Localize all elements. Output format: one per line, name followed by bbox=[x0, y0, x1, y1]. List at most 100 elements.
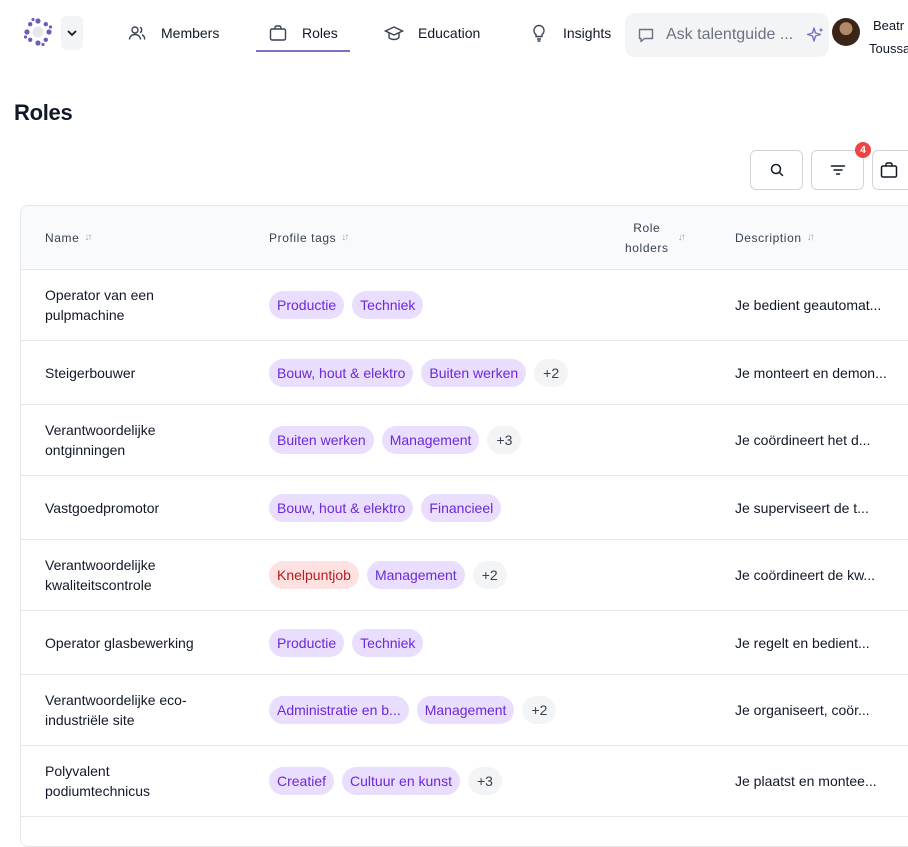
description-cell: Je regelt en bedient... bbox=[721, 610, 908, 675]
table-row[interactable]: Operator van een pulpmachine Productie Tech… bbox=[21, 269, 908, 341]
user-avatar[interactable] bbox=[832, 18, 860, 46]
nav-item-label: Roles bbox=[302, 25, 338, 41]
nav-item-insights[interactable]: Insights bbox=[529, 18, 611, 48]
table-row[interactable]: Verantwoordelijke kwaliteitscontrole Knelp… bbox=[21, 539, 908, 611]
graduation-cap-icon bbox=[384, 26, 404, 41]
more-tags-badge[interactable]: +3 bbox=[487, 426, 522, 454]
profile-tag[interactable]: Management bbox=[416, 696, 515, 724]
description-cell: Je monteert en demon... bbox=[721, 340, 908, 405]
role-name-cell[interactable]: Verantwoordelijke eco-industriële site bbox=[21, 674, 245, 746]
ask-talentguide-box[interactable] bbox=[625, 13, 829, 57]
table-row[interactable]: Operator glasbewerking Productie Techniek J… bbox=[21, 610, 908, 675]
briefcase-icon bbox=[269, 25, 287, 41]
table-row[interactable]: Verantwoordelijke ontginningen Buiten werk… bbox=[21, 404, 908, 476]
filter-button[interactable] bbox=[811, 150, 864, 190]
table-row[interactable]: Polyvalent podiumtechnicus Creatief Cultuur… bbox=[21, 745, 908, 817]
more-tags-badge[interactable]: +2 bbox=[522, 696, 557, 724]
profile-tag[interactable]: Knelpuntjob bbox=[269, 561, 359, 589]
role-name: Operator van een bbox=[45, 287, 154, 303]
search-icon bbox=[770, 163, 783, 177]
profile-tags-cell: Creatief Cultuur en kunst +3 bbox=[245, 745, 601, 817]
profile-tag[interactable]: Techniek bbox=[352, 291, 424, 319]
nav-item-members[interactable]: Members bbox=[127, 18, 219, 48]
profile-tag[interactable]: Management bbox=[366, 561, 465, 589]
lightbulb-icon bbox=[533, 24, 545, 42]
roles-table: Name ↓↑ Profile tags ↓↑ Role holders ↓↑ … bbox=[20, 205, 908, 847]
profile-tag[interactable]: Creatief bbox=[269, 767, 335, 795]
talentguide-logo-icon[interactable] bbox=[22, 16, 54, 48]
role-name: ontginningen bbox=[45, 442, 126, 458]
role-name: kwaliteitscontrole bbox=[45, 577, 152, 593]
profile-tag[interactable]: Bouw, hout & elektro bbox=[269, 358, 414, 387]
description-cell: Je superviseert de t... bbox=[721, 475, 908, 540]
table-row[interactable]: Verantwoordelijke eco-industriële site Ad… bbox=[21, 674, 908, 746]
nav-item-roles[interactable]: Roles bbox=[256, 18, 350, 52]
profile-tag[interactable]: Bouw, hout & elektro bbox=[269, 493, 414, 522]
role-name: Verantwoordelijke bbox=[45, 557, 156, 573]
more-tags-badge[interactable]: +2 bbox=[534, 358, 569, 387]
role-name: podiumtechnicus bbox=[45, 783, 151, 799]
ask-talentguide-input[interactable] bbox=[664, 25, 802, 45]
profile-tag[interactable]: Administratie en b... bbox=[269, 696, 409, 724]
role-holders-cell bbox=[601, 404, 721, 476]
role-name-cell[interactable]: Verantwoordelijke ontginningen bbox=[21, 404, 245, 476]
profile-tag[interactable]: Cultuur en kunst bbox=[342, 767, 460, 795]
role-name-cell[interactable]: Operator glasbewerking bbox=[21, 610, 245, 675]
more-tags-badge[interactable]: +3 bbox=[467, 767, 502, 795]
role-name: Polyvalent bbox=[45, 763, 110, 779]
profile-tags-cell: Administratie en b... Management +2 bbox=[245, 674, 601, 746]
profile-tag[interactable]: Buiten werken bbox=[421, 358, 527, 387]
role-name-cell[interactable]: Vastgoedpromotor bbox=[21, 475, 245, 540]
role-name-cell[interactable]: Operator van een pulpmachine bbox=[21, 269, 245, 341]
profile-tags-cell: Bouw, hout & elektro Buiten werken +2 bbox=[245, 340, 601, 405]
more-tags-badge[interactable]: +2 bbox=[472, 561, 507, 589]
filter-icon bbox=[830, 165, 845, 175]
role-holders-cell bbox=[601, 539, 721, 611]
sort-icon: ↓↑ bbox=[806, 232, 815, 243]
chat-bubble-icon bbox=[638, 28, 654, 43]
role-name: Verantwoordelijke bbox=[45, 422, 156, 438]
role-name-cell[interactable]: Verantwoordelijke kwaliteitscontrole bbox=[21, 539, 245, 611]
nav-item-label: Insights bbox=[563, 25, 612, 41]
column-header-label: Role holders bbox=[625, 218, 669, 258]
table-row[interactable]: Vastgoedpromotor Bouw, hout & elektro Fina… bbox=[21, 475, 908, 540]
column-header-name[interactable]: Name ↓↑ bbox=[21, 206, 245, 270]
profile-tag[interactable]: Management bbox=[381, 426, 480, 454]
role-name-cell[interactable]: Polyvalent podiumtechnicus bbox=[21, 745, 245, 817]
description-cell: Je coördineert het d... bbox=[721, 404, 908, 476]
user-last-name: Toussa bbox=[869, 41, 908, 56]
roles-view-button[interactable] bbox=[872, 150, 908, 190]
role-name: industriële site bbox=[45, 712, 135, 728]
role-holders-cell bbox=[601, 610, 721, 675]
column-header-role-holders[interactable]: Role holders ↓↑ bbox=[601, 206, 721, 270]
search-button[interactable] bbox=[750, 150, 803, 190]
briefcase-icon bbox=[880, 162, 897, 178]
column-header-label: Profile tags bbox=[269, 230, 337, 245]
users-icon bbox=[128, 26, 146, 40]
role-name: Vastgoedpromotor bbox=[45, 499, 160, 516]
nav-item-label: Members bbox=[161, 25, 220, 41]
sparkle-icon bbox=[806, 27, 824, 42]
column-header-label-line: holders bbox=[625, 240, 669, 255]
table-row[interactable]: Steigerbouwer Bouw, hout & elektro Buiten … bbox=[21, 340, 908, 405]
profile-tag[interactable]: Productie bbox=[269, 291, 345, 319]
role-holders-cell bbox=[601, 340, 721, 405]
nav-item-education[interactable]: Education bbox=[384, 18, 480, 48]
user-first-name: Beatr bbox=[873, 18, 905, 33]
sort-icon: ↓↑ bbox=[677, 232, 686, 243]
description-cell: Je organiseert, coör... bbox=[721, 674, 908, 746]
page-title: Roles bbox=[14, 100, 73, 125]
profile-tag[interactable]: Financieel bbox=[421, 493, 502, 522]
workspace-switcher-button[interactable] bbox=[61, 16, 83, 50]
nav-item-label: Education bbox=[418, 25, 481, 41]
profile-tag[interactable]: Buiten werken bbox=[269, 426, 374, 454]
column-header-profile-tags[interactable]: Profile tags ↓↑ bbox=[245, 206, 601, 270]
profile-tag[interactable]: Techniek bbox=[352, 628, 424, 657]
column-header-label: Name bbox=[45, 230, 80, 245]
profile-tags-cell: Buiten werken Management +3 bbox=[245, 404, 601, 476]
column-header-description[interactable]: Description ↓↑ bbox=[721, 206, 908, 270]
user-name[interactable]: Beatr Toussa bbox=[866, 14, 908, 60]
role-name: Verantwoordelijke eco- bbox=[45, 692, 187, 708]
role-name-cell[interactable]: Steigerbouwer bbox=[21, 340, 245, 405]
profile-tag[interactable]: Productie bbox=[269, 628, 345, 657]
